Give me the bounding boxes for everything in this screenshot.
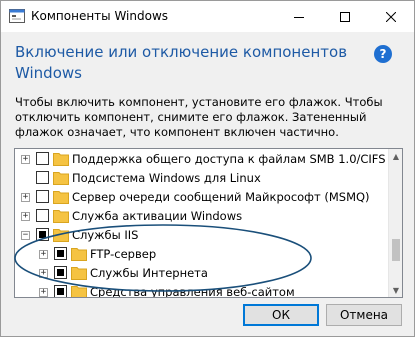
folder-icon	[53, 210, 69, 223]
expand-toggle[interactable]: +	[39, 288, 48, 297]
help-icon[interactable]: ?	[374, 45, 392, 63]
close-icon	[386, 11, 396, 22]
close-button[interactable]	[368, 1, 414, 32]
folder-icon	[71, 286, 87, 297]
expand-toggle[interactable]: +	[39, 250, 48, 259]
collapse-toggle[interactable]: −	[21, 231, 30, 240]
feature-label: Службы Интернета	[90, 266, 208, 280]
description-text: Чтобы включить компонент, установите его…	[15, 95, 383, 139]
scroll-thumb[interactable]	[392, 239, 400, 261]
feature-checkbox[interactable]	[36, 152, 49, 165]
tree-rows: + Поддержка общего доступа к файлам SMB …	[15, 149, 388, 297]
window-title: Компоненты Windows	[31, 9, 169, 23]
feature-checkbox[interactable]	[36, 190, 49, 203]
maximize-icon	[340, 11, 350, 22]
feature-label: Поддержка общего доступа к файлам SMB 1.…	[72, 152, 386, 166]
folder-icon	[53, 191, 69, 204]
features-tree[interactable]: + Поддержка общего доступа к файлам SMB …	[14, 148, 403, 298]
feature-label: Сервер очереди сообщений Майкрософт (MSM…	[72, 190, 370, 204]
feature-checkbox[interactable]	[36, 171, 49, 184]
expand-toggle[interactable]: +	[39, 269, 48, 278]
dialog-heading: Включение или отключение компонентов Win…	[15, 43, 348, 82]
maximize-button[interactable]	[322, 1, 368, 32]
feature-label: Службы IIS	[72, 228, 139, 242]
feature-label: Подсистема Windows для Linux	[72, 171, 261, 185]
windows-features-icon	[9, 9, 25, 23]
expand-toggle[interactable]: +	[21, 193, 30, 202]
minimize-icon	[294, 16, 304, 18]
feature-checkbox[interactable]	[36, 209, 49, 222]
expand-toggle[interactable]: +	[21, 155, 30, 164]
feature-checkbox[interactable]	[36, 228, 49, 241]
minimize-button[interactable]	[276, 1, 322, 32]
title-bar[interactable]: Компоненты Windows	[1, 1, 414, 32]
feature-checkbox[interactable]	[54, 247, 67, 260]
vertical-scrollbar[interactable]: ▲ ▼	[388, 149, 402, 297]
feature-label: Средства управления веб-сайтом	[90, 285, 295, 298]
feature-label: FTP-сервер	[90, 247, 157, 261]
folder-icon	[71, 267, 87, 280]
ok-button[interactable]: ОК	[243, 304, 319, 326]
feature-label: Служба активации Windows	[72, 209, 243, 223]
folder-icon	[53, 229, 69, 242]
folder-icon	[71, 248, 87, 261]
windows-features-dialog: Компоненты Windows Включение или отключе…	[0, 0, 415, 337]
folder-icon	[53, 153, 69, 166]
scroll-down-icon[interactable]: ▼	[389, 283, 402, 297]
feature-checkbox[interactable]	[54, 266, 67, 279]
tree-item-msmq[interactable]: + Сервер очереди сообщений Майкрософт (M…	[15, 188, 388, 207]
expand-toggle[interactable]: +	[21, 212, 30, 221]
tree-item-smb[interactable]: + Поддержка общего доступа к файлам SMB …	[15, 150, 388, 169]
tree-item-mgmt-tools[interactable]: + Средства управления веб-сайтом	[15, 283, 388, 298]
tree-item-iis[interactable]: − Службы IIS	[15, 226, 388, 245]
cancel-button[interactable]: Отмена	[326, 304, 402, 326]
tree-item-wsl[interactable]: Подсистема Windows для Linux	[15, 169, 388, 188]
scroll-up-icon[interactable]: ▲	[389, 149, 402, 163]
folder-icon	[53, 172, 69, 185]
tree-item-ftp[interactable]: + FTP-сервер	[15, 245, 388, 264]
tree-item-web-services[interactable]: + Службы Интернета	[15, 264, 388, 283]
tree-item-was[interactable]: + Служба активации Windows	[15, 207, 388, 226]
dialog-body: Включение или отключение компонентов Win…	[1, 32, 414, 336]
feature-checkbox[interactable]	[54, 285, 67, 297]
